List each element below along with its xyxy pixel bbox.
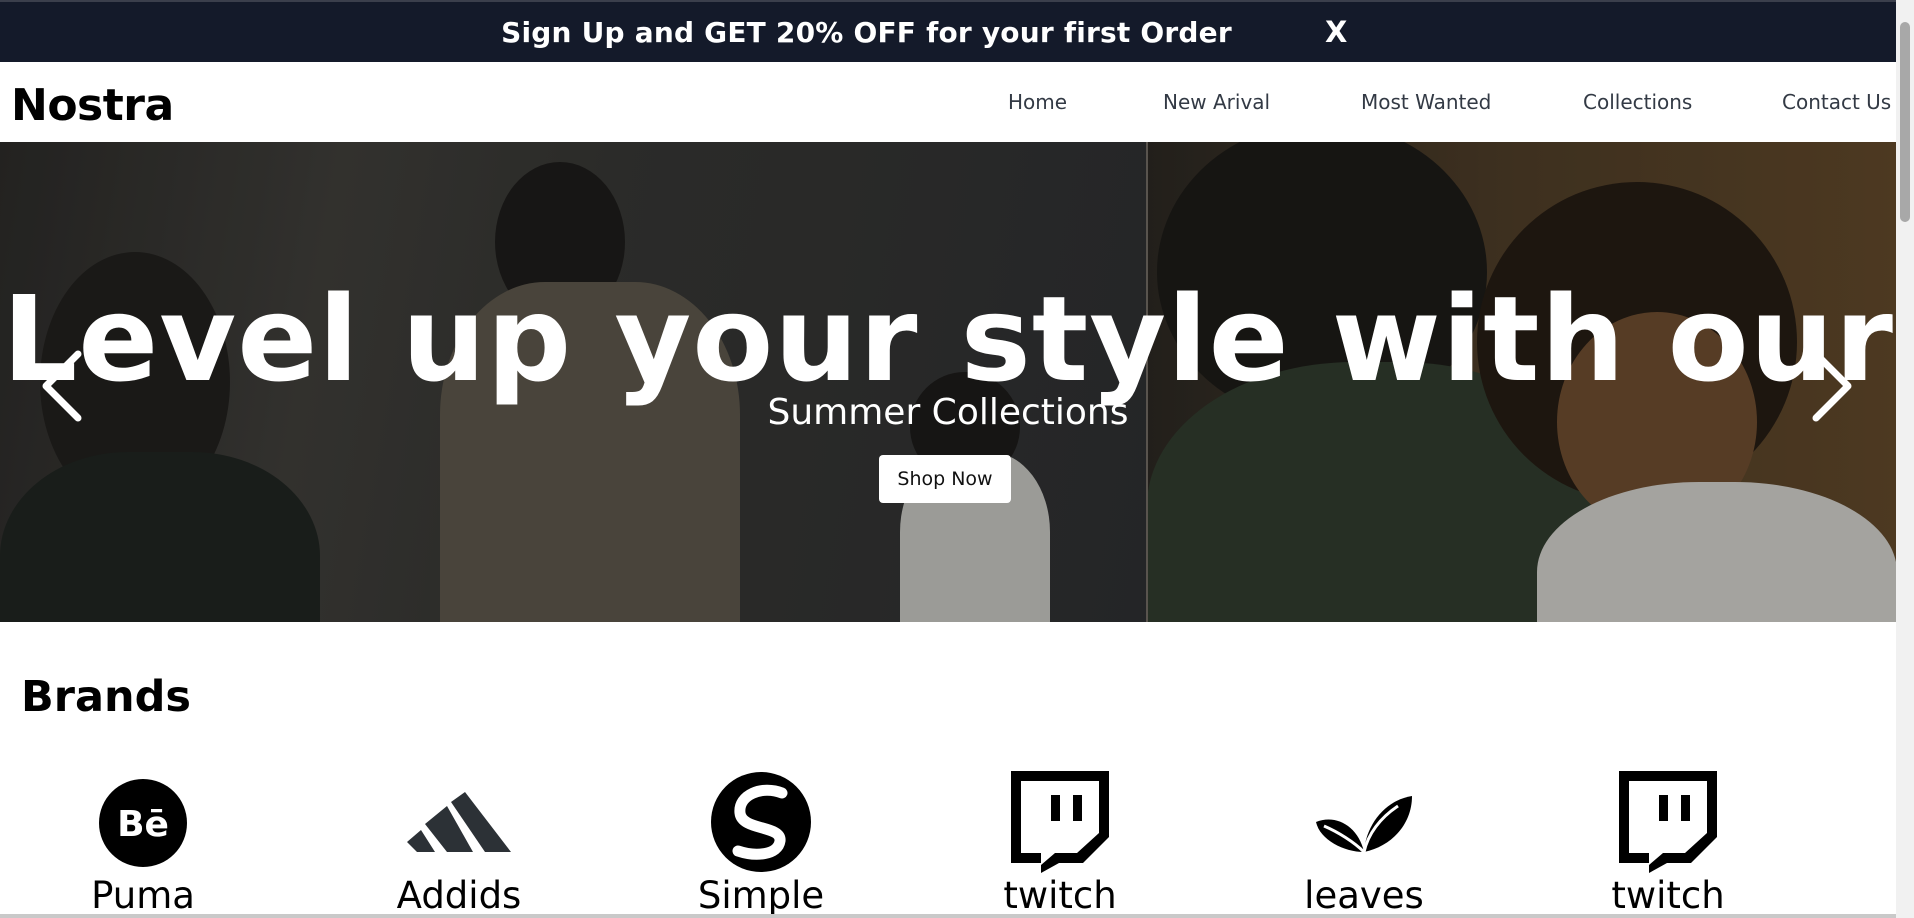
page: Sign Up and GET 20% OFF for your first O… [0,0,1896,918]
brand-item-simple[interactable]: Simple [651,770,871,918]
hero-banner: Level up your style with our Summer Coll… [0,142,1896,622]
promo-banner: Sign Up and GET 20% OFF for your first O… [0,0,1896,62]
chevron-right-icon [1812,350,1852,422]
brand-item-leaves[interactable]: leaves [1254,770,1474,918]
main-nav: Home New Arival Most Wanted Collections … [0,90,1896,120]
brand-label: Addids [396,874,522,917]
brand-item-twitch[interactable]: twitch [950,770,1170,918]
nav-contact-us[interactable]: Contact Us [1782,90,1891,114]
brand-item-puma[interactable]: Bē Puma [33,770,253,918]
nav-home[interactable]: Home [1008,90,1067,114]
vertical-scrollbar[interactable] [1896,0,1914,918]
brands-heading: Brands [21,672,191,722]
svg-text:Bē: Bē [117,804,169,845]
brand-label: twitch [1611,874,1725,917]
promo-close-button[interactable]: X [1325,15,1347,49]
brand-label: Puma [91,874,195,917]
brand-label: leaves [1304,874,1424,917]
site-header: Nostra Home New Arival Most Wanted Colle… [0,62,1896,142]
twitch-icon [1619,771,1717,877]
scrollbar-thumb[interactable] [1900,22,1910,222]
chevron-left-icon [42,350,82,422]
brand-label: Simple [697,874,825,917]
shop-now-button[interactable]: Shop Now [879,455,1011,503]
hero-title: Level up your style with our [2,270,1894,408]
twitch-icon [1011,771,1109,877]
adidas-icon [407,792,511,856]
carousel-next-button[interactable] [1798,346,1858,426]
brand-item-addids[interactable]: Addids [349,770,569,918]
hero-subtitle: Summer Collections [767,392,1129,433]
squarespace-s-icon [710,771,812,877]
behance-icon: Bē [98,778,188,872]
nav-most-wanted[interactable]: Most Wanted [1361,90,1491,114]
carousel-prev-button[interactable] [36,346,96,426]
leaves-icon [1314,794,1414,858]
promo-text: Sign Up and GET 20% OFF for your first O… [501,16,1232,49]
brand-label: twitch [1003,874,1117,917]
nav-collections[interactable]: Collections [1583,90,1692,114]
nav-new-arrival[interactable]: New Arival [1163,90,1270,114]
viewport-bottom-edge [0,914,1896,918]
brand-item-twitch-2[interactable]: twitch [1558,770,1778,918]
